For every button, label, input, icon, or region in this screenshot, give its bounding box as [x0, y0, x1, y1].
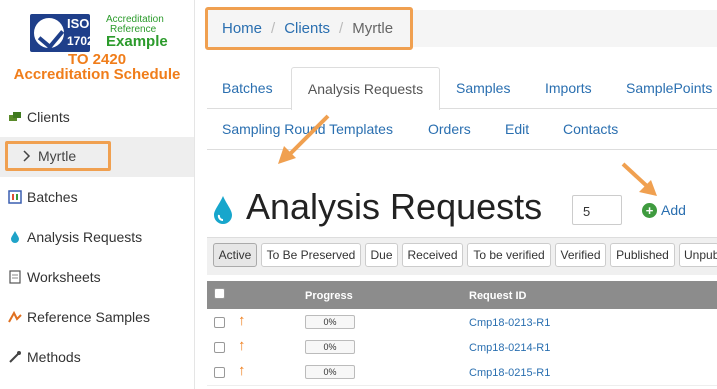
breadcrumb: Home / Clients / Myrtle: [205, 7, 413, 50]
tab-samples[interactable]: Samples: [456, 80, 510, 96]
table-header: [207, 281, 717, 309]
sidebar-item-label: Analysis Requests: [27, 229, 143, 245]
droplet-icon: [11, 231, 19, 243]
sidebar-title-line2: Accreditation Schedule: [13, 66, 181, 83]
tab-imports[interactable]: Imports: [545, 80, 592, 96]
filter-published[interactable]: Published: [610, 243, 675, 267]
table-row: [207, 335, 717, 361]
sidebar-item-methods[interactable]: Methods: [0, 337, 194, 377]
breadcrumb-bar: [413, 10, 717, 47]
logo-example: Example: [106, 33, 168, 50]
tab-contacts[interactable]: Contacts: [563, 121, 618, 137]
page-title: Analysis Requests: [246, 186, 543, 227]
reference-samples-icon: [8, 310, 22, 323]
tab-batches[interactable]: Batches: [222, 80, 273, 96]
sidebar-item-label: Worksheets: [27, 269, 101, 285]
progress-bar: 0%: [305, 365, 355, 379]
page-size-input[interactable]: 5: [572, 195, 622, 225]
breadcrumb-separator: /: [339, 20, 344, 37]
filter-active[interactable]: Active: [213, 243, 257, 267]
progress-bar: 0%: [305, 315, 355, 329]
request-id-link[interactable]: Cmp18-0214-R1: [469, 342, 550, 354]
filter-due[interactable]: Due: [365, 243, 398, 267]
chevron-right-icon: [23, 150, 31, 162]
column-request-id[interactable]: Request ID: [469, 290, 526, 302]
iso-logo: ISO 17025 Accreditation Reference Exampl…: [26, 14, 176, 54]
sidebar-item-label: Myrtle: [38, 148, 77, 164]
sidebar-item-label: Clients: [27, 109, 70, 125]
check-circle-icon: [32, 16, 66, 50]
priority-arrow-icon: ↑: [238, 337, 246, 354]
worksheets-icon: [9, 270, 21, 284]
table-row: [207, 360, 717, 386]
breadcrumb-current: Myrtle: [352, 20, 394, 37]
annotation-arrow-icon: [278, 114, 330, 164]
add-label: Add: [661, 202, 686, 218]
sidebar-item-batches[interactable]: Batches: [0, 177, 194, 217]
priority-arrow-icon: ↑: [238, 362, 246, 379]
breadcrumb-separator: /: [271, 20, 276, 37]
sidebar-item-clients[interactable]: Clients: [0, 97, 194, 137]
clients-icon: [9, 112, 21, 121]
column-progress[interactable]: Progress: [305, 290, 353, 302]
priority-arrow-icon: ↑: [238, 312, 246, 329]
tab-analysis-requests[interactable]: Analysis Requests: [291, 67, 440, 110]
filter-received[interactable]: Received: [402, 243, 463, 267]
add-button[interactable]: + Add: [642, 202, 686, 218]
iso-badge: ISO 17025: [30, 14, 100, 52]
tab-samplepoints[interactable]: SamplePoints: [626, 80, 712, 96]
sidebar-item-label: Methods: [27, 349, 81, 365]
batches-icon: [8, 190, 22, 204]
progress-bar: 0%: [305, 340, 355, 354]
iso-number: 17025: [67, 34, 101, 48]
droplet-icon: [214, 196, 232, 224]
filter-to-be-verified[interactable]: To be verified: [467, 243, 551, 267]
myrtle-highlight[interactable]: Myrtle: [5, 141, 111, 171]
tab-edit[interactable]: Edit: [505, 121, 529, 137]
tab-orders[interactable]: Orders: [428, 121, 471, 137]
row-checkbox[interactable]: [214, 317, 225, 328]
sidebar-item-label: Batches: [27, 189, 78, 205]
table-row: [207, 310, 717, 336]
filter-verified[interactable]: Verified: [555, 243, 606, 267]
select-all-checkbox[interactable]: [214, 288, 225, 299]
annotation-arrow-icon: [621, 162, 657, 196]
filter-unpublished[interactable]: Unpub: [679, 243, 717, 267]
methods-icon: [9, 351, 21, 363]
plus-icon: +: [642, 202, 657, 218]
filter-to-be-preserved[interactable]: To Be Preserved: [261, 243, 361, 267]
breadcrumb-clients[interactable]: Clients: [284, 20, 330, 37]
sidebar-item-label: Reference Samples: [27, 309, 150, 325]
request-id-link[interactable]: Cmp18-0213-R1: [469, 317, 550, 329]
row-checkbox[interactable]: [214, 342, 225, 353]
request-id-link[interactable]: Cmp18-0215-R1: [469, 367, 550, 379]
row-checkbox[interactable]: [214, 367, 225, 378]
sidebar-item-worksheets[interactable]: Worksheets: [0, 257, 194, 297]
sidebar-item-reference-samples[interactable]: Reference Samples: [0, 297, 194, 337]
sidebar-item-analysis-requests[interactable]: Analysis Requests: [0, 217, 194, 257]
breadcrumb-home[interactable]: Home: [222, 20, 262, 37]
iso-text: ISO: [67, 16, 90, 31]
